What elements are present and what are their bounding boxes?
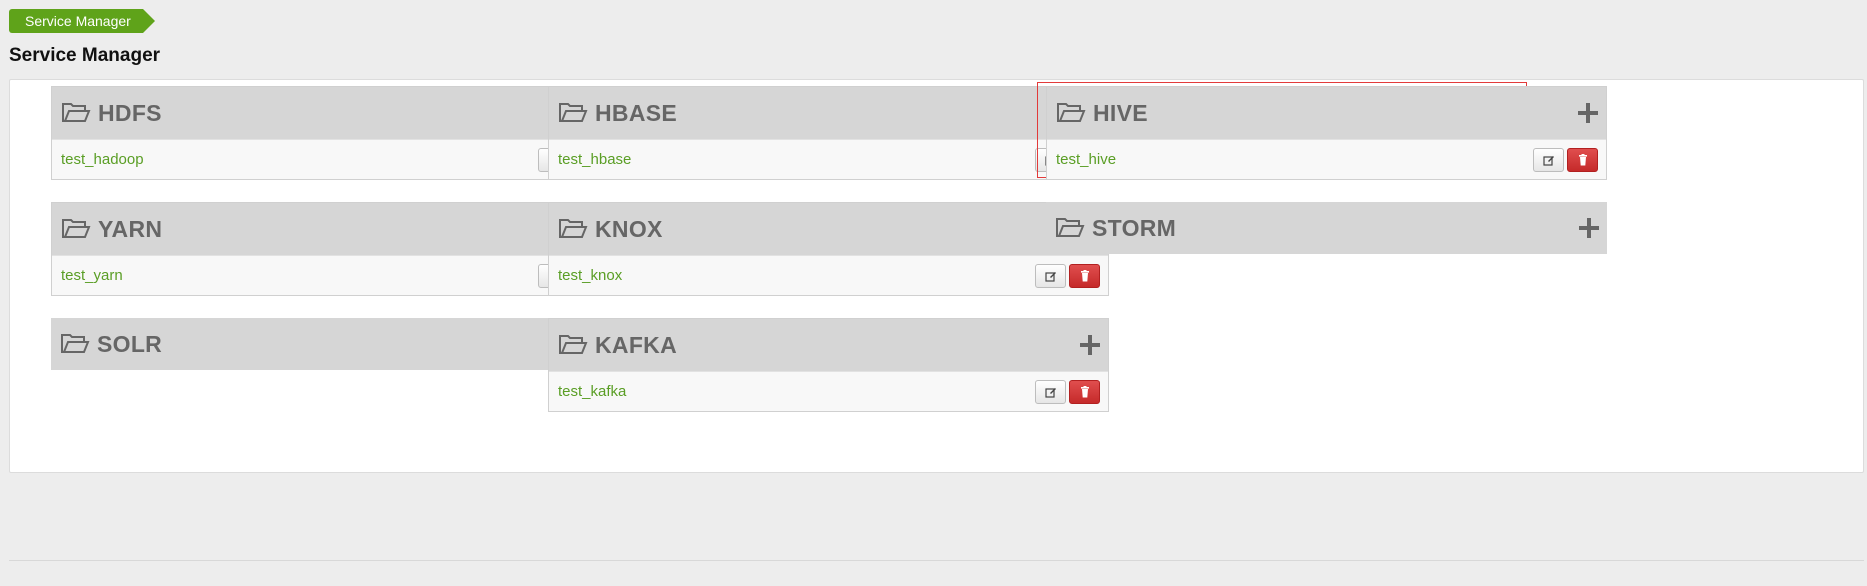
repository-link[interactable]: test_hbase [558,151,631,168]
folder-open-icon [59,332,91,356]
delete-button[interactable] [1567,147,1598,172]
footer-divider [9,560,1864,561]
repository-link[interactable]: test_kafka [558,383,626,400]
service-block-hbase: HBASE test_hbase [548,86,1109,180]
service-name: YARN [98,215,163,242]
service-name: SOLR [97,330,163,357]
breadcrumb-item-service-manager[interactable]: Service Manager [9,9,155,33]
service-block-kafka: KAFKA test_kafka [548,318,1109,412]
service-name: KAFKA [595,331,677,358]
trash-icon [1080,385,1089,397]
row-actions [1533,147,1598,172]
folder-open-icon [1055,101,1087,125]
repository-row: test_knox [549,255,1108,295]
repository-row: test_hive [1047,139,1606,179]
edit-button[interactable] [1533,147,1564,172]
edit-button[interactable] [1035,379,1066,404]
repository-row: test_kafka [549,371,1108,411]
service-block-yarn: YARN test_yarn [51,202,612,296]
service-manager-panel: HDFS test_hadoop HBASE test_hbase HIVE t… [9,79,1864,473]
page-title: Service Manager [9,45,161,66]
folder-open-icon [557,101,589,125]
service-header: YARN [52,203,611,255]
delete-button[interactable] [1069,379,1100,404]
repository-row: test_hbase [549,139,1108,179]
breadcrumb: Service Manager [9,9,155,33]
service-header: HDFS [52,87,611,139]
repository-link[interactable]: test_hadoop [61,151,144,168]
service-header: KAFKA [549,319,1108,371]
edit-icon [1542,155,1554,166]
delete-button[interactable] [1069,263,1100,288]
repository-link[interactable]: test_knox [558,267,622,284]
service-block-storm: STORM [1046,202,1607,254]
plus-icon[interactable] [1578,103,1598,123]
service-name: HIVE [1093,99,1148,126]
service-header: STORM [1046,202,1607,254]
folder-open-icon [60,101,92,125]
repository-link[interactable]: test_hive [1056,151,1116,168]
service-block-hive: HIVE test_hive [1046,86,1607,180]
row-actions [1035,263,1100,288]
repository-row: test_hadoop [52,139,611,179]
service-block-knox: KNOX test_knox [548,202,1109,296]
service-block-hdfs: HDFS test_hadoop [51,86,612,180]
edit-icon [1044,271,1056,282]
service-block-solr: SOLR [51,318,612,370]
row-actions [1035,379,1100,404]
service-header: KNOX [549,203,1108,255]
trash-icon [1578,153,1587,165]
service-header: SOLR [51,318,612,370]
breadcrumb-label: Service Manager [25,13,131,29]
folder-open-icon [557,217,589,241]
service-name: STORM [1092,214,1177,241]
edit-button[interactable] [1035,263,1066,288]
trash-icon [1080,269,1089,281]
service-header: HIVE [1047,87,1606,139]
edit-icon [1044,387,1056,398]
service-name: KNOX [595,215,663,242]
folder-open-icon [557,333,589,357]
plus-icon[interactable] [1579,218,1599,238]
folder-open-icon [60,217,92,241]
plus-icon[interactable] [1080,335,1100,355]
folder-open-icon [1054,216,1086,240]
repository-row: test_yarn [52,255,611,295]
service-name: HBASE [595,99,678,126]
service-name: HDFS [98,99,162,126]
repository-link[interactable]: test_yarn [61,267,123,284]
service-header: HBASE [549,87,1108,139]
